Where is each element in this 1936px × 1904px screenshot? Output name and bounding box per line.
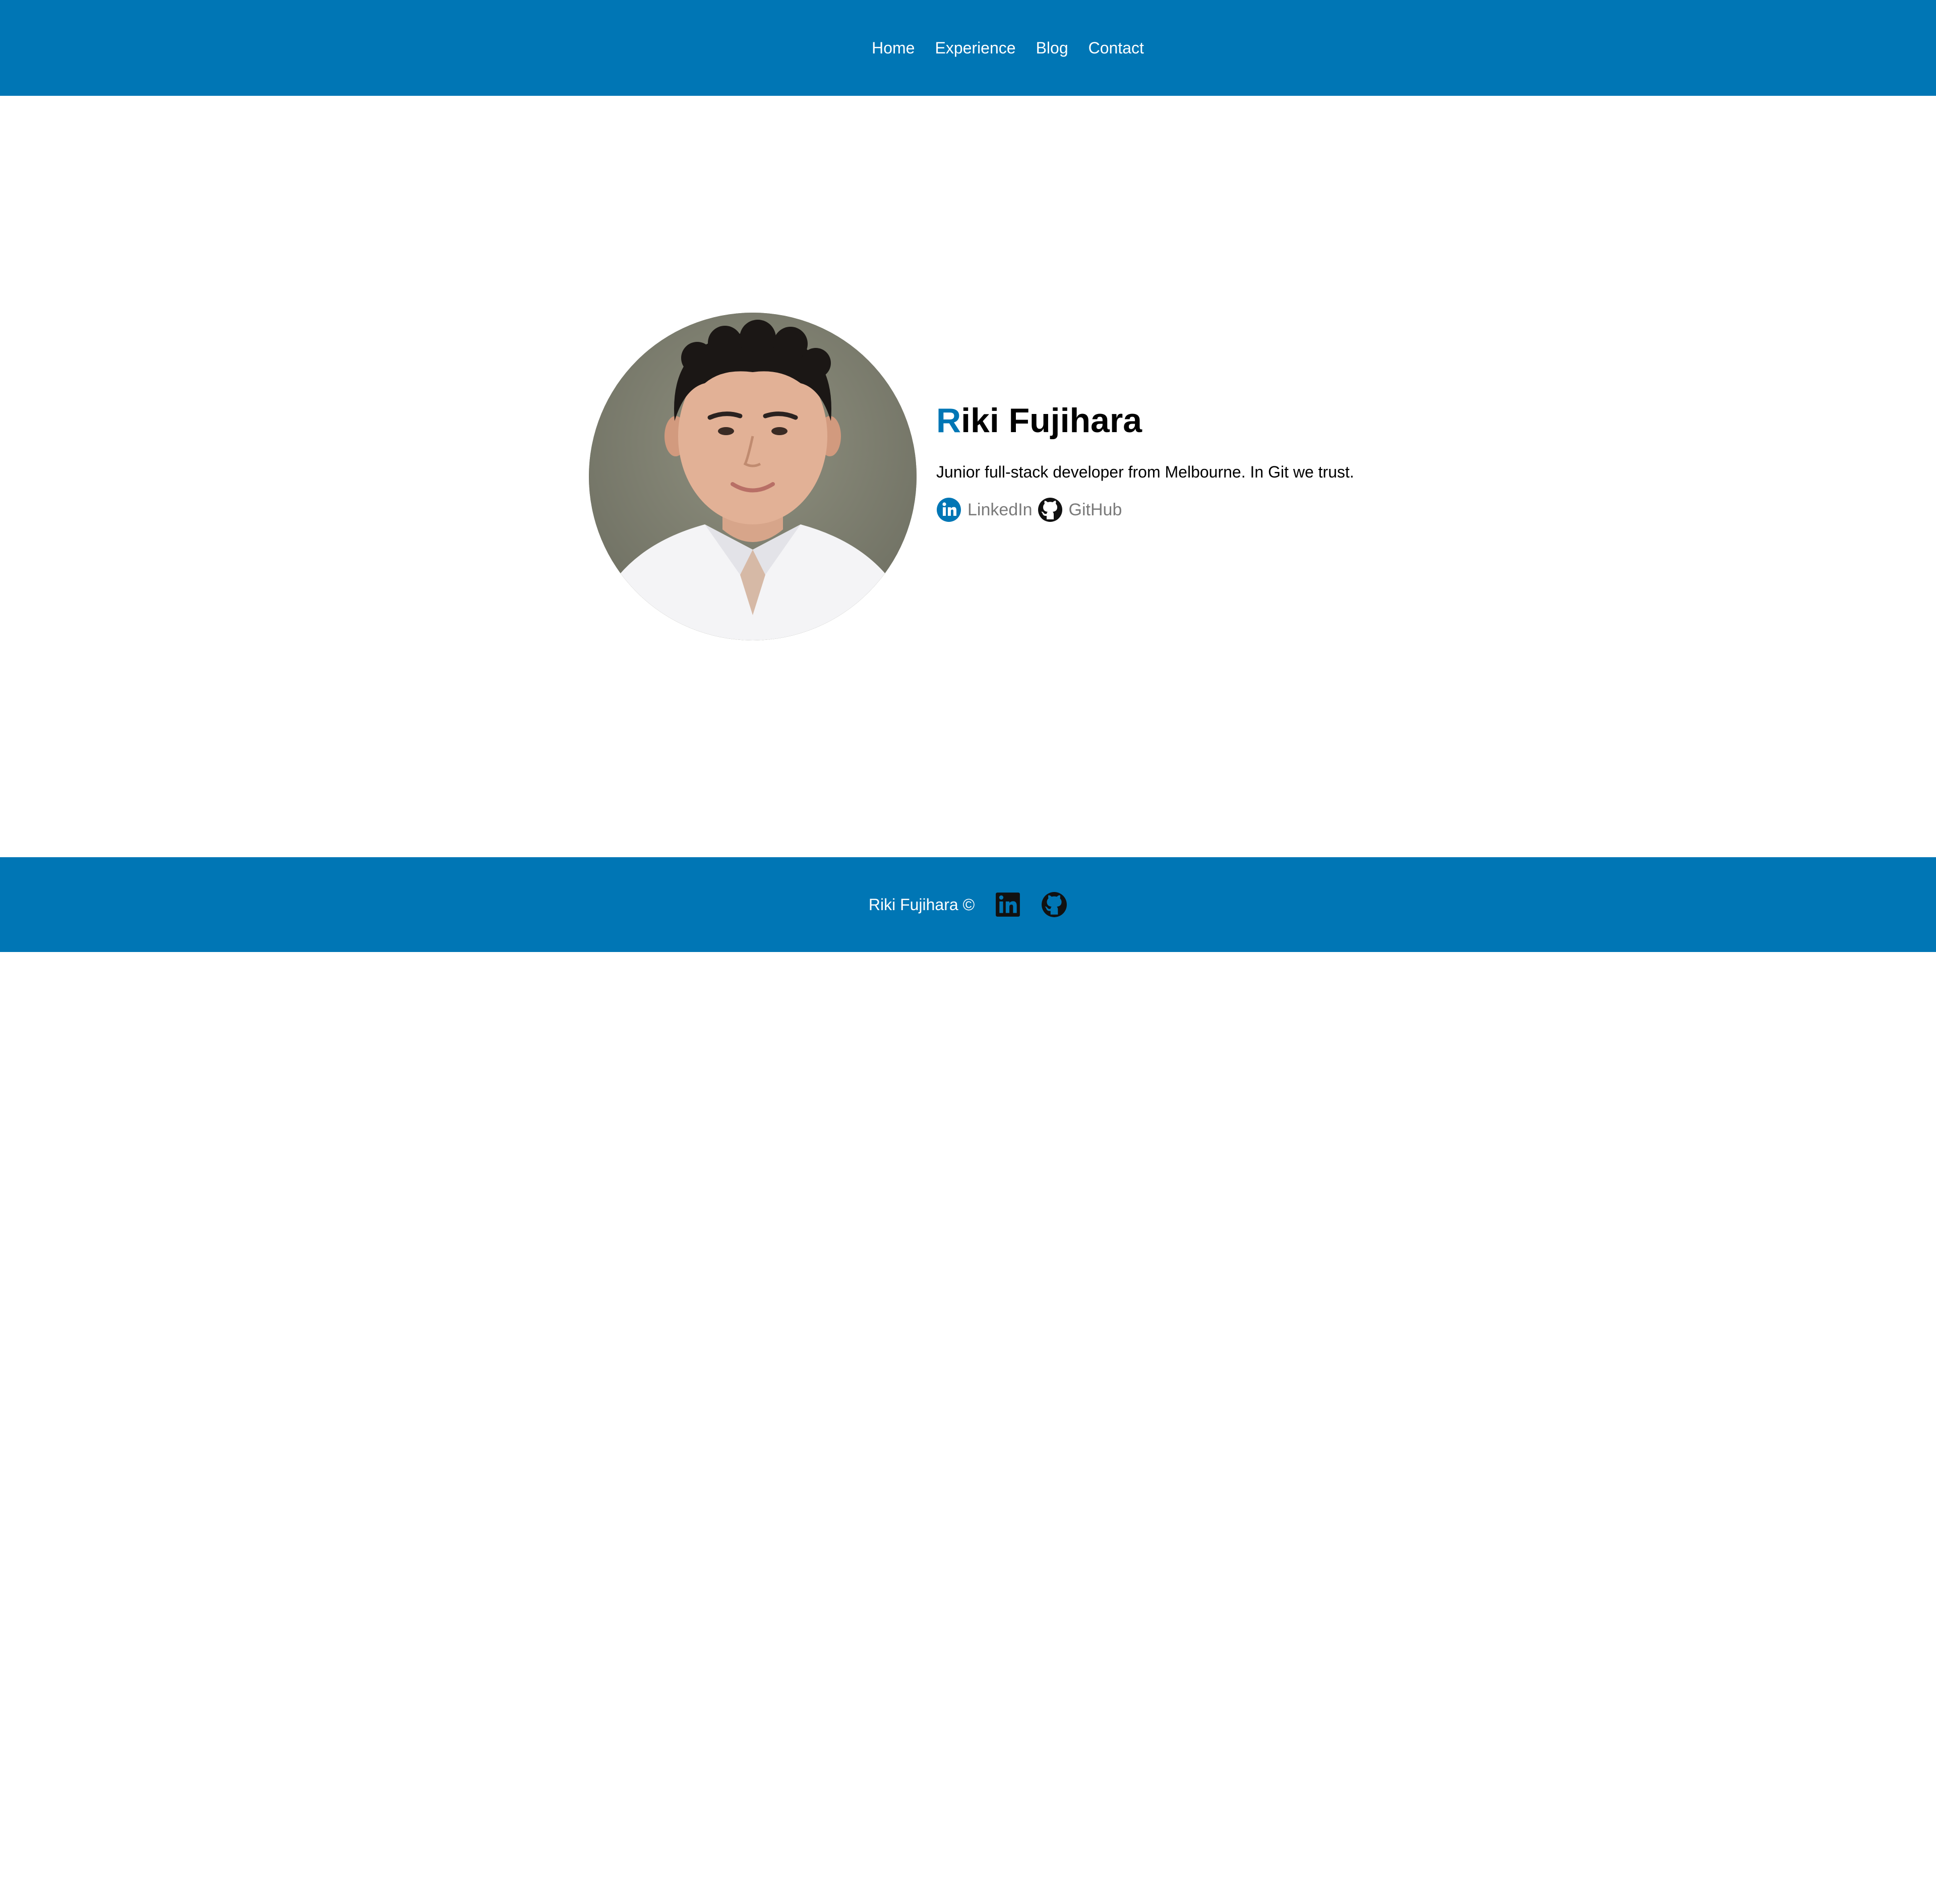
github-link[interactable]: GitHub [1038, 497, 1122, 522]
page-footer: Riki Fujihara © [0, 857, 1936, 952]
nav-blog-link[interactable]: Blog [1036, 40, 1068, 56]
name-rest: iki Fujihara [961, 401, 1142, 440]
linkedin-icon [995, 891, 1021, 918]
nav-contact-link[interactable]: Contact [1088, 40, 1144, 56]
main-nav: Home Experience Blog Contact [872, 40, 1144, 56]
github-label: GitHub [1068, 500, 1122, 519]
profile-photo [589, 313, 917, 640]
footer-github-link[interactable] [1041, 891, 1067, 918]
nav-home-link[interactable]: Home [872, 40, 915, 56]
profile-name: Riki Fujihara [936, 403, 1390, 438]
top-navbar: Home Experience Blog Contact [0, 0, 1936, 96]
footer-linkedin-link[interactable] [995, 891, 1021, 918]
footer-copyright: Riki Fujihara © [868, 895, 975, 914]
footer-content: Riki Fujihara © [869, 891, 1067, 918]
linkedin-label: LinkedIn [967, 500, 1033, 519]
github-icon [1038, 497, 1063, 522]
social-links: LinkedIn GitHub [936, 497, 1390, 522]
github-icon [1041, 891, 1067, 918]
linkedin-icon [936, 497, 961, 522]
nav-experience-link[interactable]: Experience [935, 40, 1015, 56]
profile-info: Riki Fujihara Junior full-stack develope… [936, 403, 1390, 522]
name-initial: R [936, 401, 961, 440]
profile-photo-illustration [589, 313, 917, 640]
hero-section: Riki Fujihara Junior full-stack develope… [589, 313, 1396, 640]
profile-tagline: Junior full-stack developer from Melbour… [936, 463, 1354, 481]
linkedin-link[interactable]: LinkedIn [936, 497, 1033, 522]
